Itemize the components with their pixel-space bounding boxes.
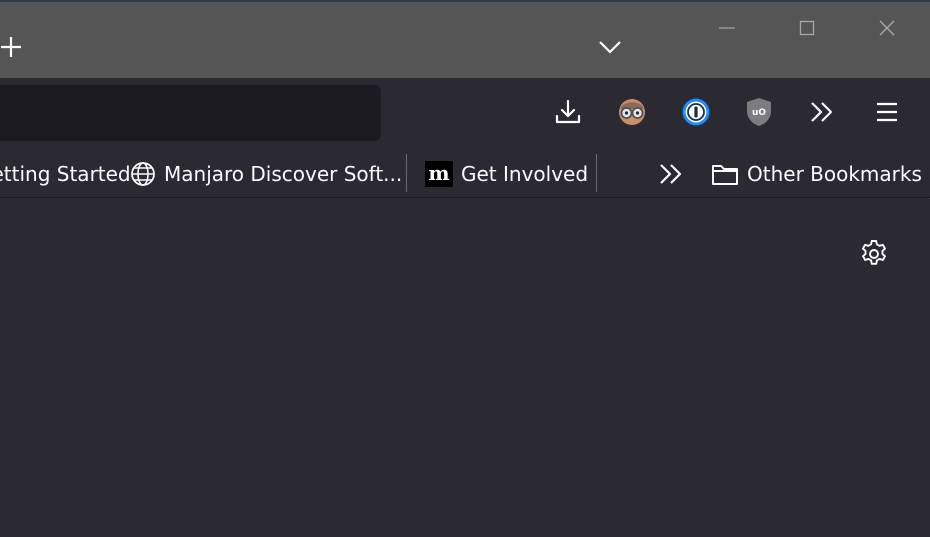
svg-text:uO: uO (752, 108, 766, 118)
mdn-m-icon: m (425, 161, 453, 187)
chevron-down-icon (598, 39, 622, 55)
bookmark-label: Other Bookmarks (747, 162, 922, 186)
bookmark-separator (406, 154, 407, 192)
download-icon (555, 99, 581, 125)
close-icon (878, 19, 896, 37)
double-chevron-icon (809, 100, 835, 124)
maximize-button[interactable] (787, 12, 827, 44)
maximize-icon (799, 20, 815, 36)
browser-window: uO Getting Started (0, 0, 930, 537)
bookmarks-toolbar: Getting Started Manjaro Discover Soft...… (0, 148, 930, 198)
bookmark-manjaro-discover[interactable]: Manjaro Discover Soft... (130, 158, 402, 190)
double-chevron-icon (658, 162, 684, 186)
bookmark-get-involved[interactable]: m Get Involved (425, 158, 588, 190)
extension-ublock-button[interactable]: uO (741, 94, 777, 130)
plus-icon (0, 35, 23, 59)
page-content (0, 199, 930, 537)
globe-icon (130, 161, 156, 187)
ublock-origin-icon: uO (745, 97, 773, 127)
svg-text:m: m (428, 161, 449, 185)
settings-button[interactable] (857, 237, 891, 271)
close-window-button[interactable] (867, 12, 907, 44)
bookmark-getting-started[interactable]: Getting Started (0, 158, 131, 190)
bookmark-label: Manjaro Discover Soft... (164, 162, 403, 186)
tab-strip (0, 0, 930, 78)
downloads-button[interactable] (550, 94, 586, 130)
bookmarks-overflow-button[interactable] (658, 158, 684, 190)
bookmark-label: Getting Started (0, 162, 131, 186)
minimize-icon (718, 26, 736, 30)
bookmark-label: Get Involved (461, 162, 589, 186)
url-bar[interactable] (0, 85, 381, 141)
gear-icon (859, 239, 889, 269)
new-tab-button[interactable] (0, 32, 26, 62)
extension-1password-button[interactable] (678, 94, 714, 130)
bookmark-separator (596, 154, 597, 192)
application-menu-button[interactable] (869, 94, 905, 130)
spectacles-face-icon (617, 97, 647, 127)
list-all-tabs-button[interactable] (595, 32, 625, 62)
other-bookmarks-button[interactable]: Other Bookmarks (711, 158, 922, 190)
folder-icon (711, 162, 739, 186)
extension-privacy-button[interactable] (614, 94, 650, 130)
1password-icon (681, 97, 711, 127)
toolbar-overflow-button[interactable] (804, 94, 840, 130)
hamburger-icon (875, 102, 899, 122)
navigation-toolbar: uO (0, 78, 930, 148)
minimize-button[interactable] (707, 12, 747, 44)
